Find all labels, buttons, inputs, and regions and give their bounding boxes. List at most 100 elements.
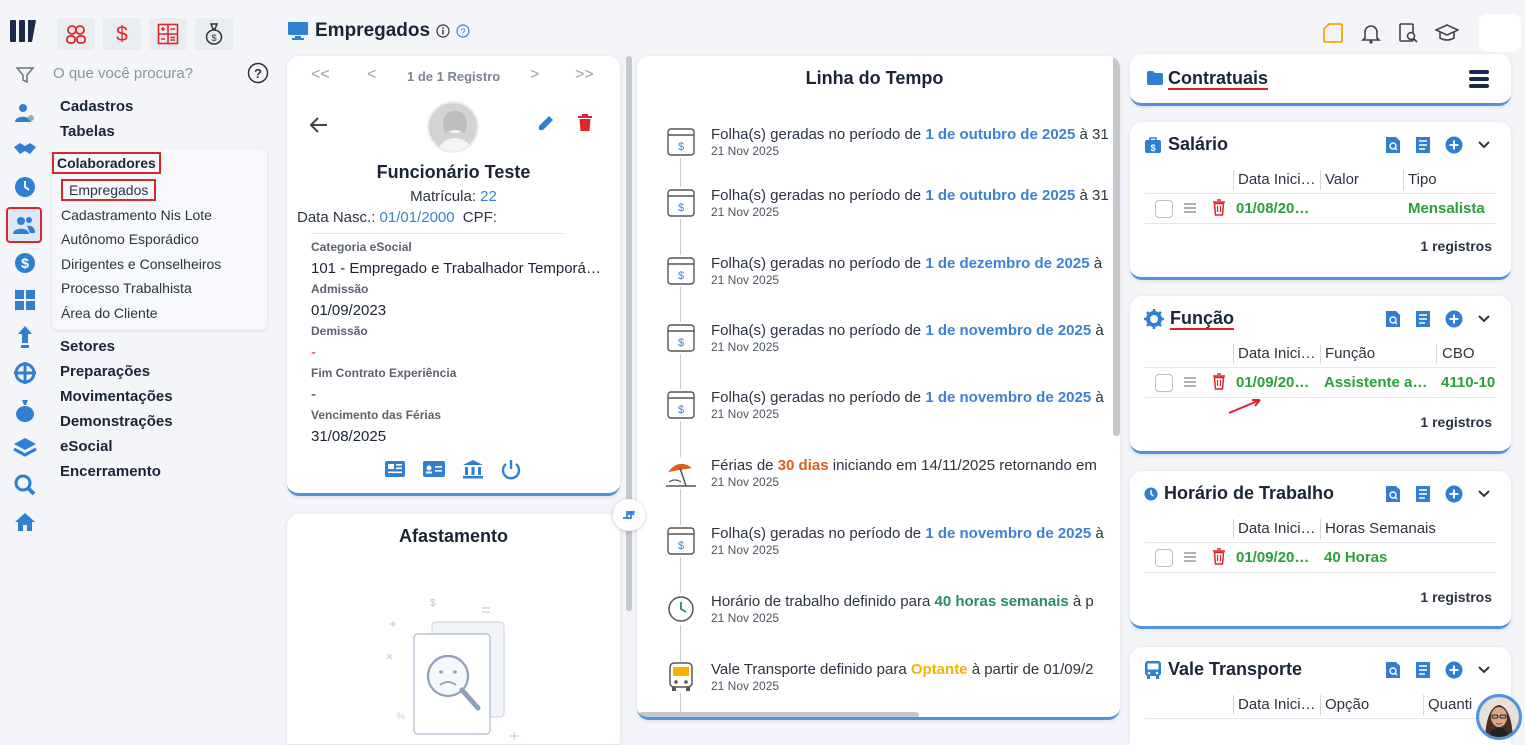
list-doc-icon[interactable] bbox=[1415, 485, 1431, 503]
submenu-item-autonomo[interactable]: Autônomo Esporádico bbox=[61, 227, 267, 252]
money-bag-module-icon[interactable]: $ bbox=[195, 18, 233, 50]
row-checkbox[interactable] bbox=[1155, 549, 1173, 567]
menu-preparacoes[interactable]: Preparações bbox=[60, 361, 270, 386]
submenu-item-processo[interactable]: Processo Trabalhista bbox=[61, 276, 267, 301]
money-bag-icon[interactable] bbox=[10, 396, 40, 426]
payroll-icon: $ bbox=[665, 255, 697, 287]
col-header[interactable]: Tipo bbox=[1408, 171, 1437, 188]
col-header[interactable]: Horas Semanais bbox=[1325, 520, 1436, 537]
col-header[interactable]: Data Inici… bbox=[1238, 171, 1316, 188]
col-header[interactable]: Data Inici… bbox=[1238, 696, 1316, 713]
app-logo[interactable] bbox=[10, 18, 38, 44]
chevron-down-icon[interactable] bbox=[1477, 489, 1491, 499]
menu-tabelas[interactable]: Tabelas bbox=[60, 121, 270, 146]
menu-demonstracoes[interactable]: Demonstrações bbox=[60, 411, 270, 436]
table-row[interactable]: 01/09/20… Assistente ad… 4110-10 bbox=[1145, 368, 1496, 398]
network-icon[interactable] bbox=[10, 358, 40, 388]
layers-icon[interactable] bbox=[10, 433, 40, 463]
id-card-icon[interactable] bbox=[422, 459, 446, 481]
submenu-item-dirigentes[interactable]: Dirigentes e Conselheiros bbox=[61, 252, 267, 277]
menu-cadastros[interactable]: Cadastros bbox=[60, 96, 270, 121]
filter-icon[interactable] bbox=[10, 60, 40, 90]
bank-icon[interactable] bbox=[462, 459, 484, 481]
col-header[interactable]: Opção bbox=[1325, 696, 1369, 713]
row-trash-icon[interactable] bbox=[1212, 548, 1226, 565]
drag-handle-icon[interactable] bbox=[1183, 376, 1197, 388]
col-header[interactable]: Quanti bbox=[1428, 696, 1472, 713]
doc-search-icon[interactable] bbox=[1385, 136, 1401, 154]
row-checkbox[interactable] bbox=[1155, 374, 1173, 392]
menu-colaboradores[interactable]: Colaboradores bbox=[52, 152, 161, 174]
graduation-cap-icon[interactable] bbox=[1435, 23, 1459, 43]
doc-search-icon[interactable] bbox=[1385, 485, 1401, 503]
help-icon[interactable]: ? bbox=[247, 62, 269, 84]
dollar-circle-icon[interactable]: $ bbox=[10, 248, 40, 278]
trash-icon[interactable] bbox=[577, 114, 593, 132]
power-icon[interactable] bbox=[500, 459, 522, 481]
assistant-avatar[interactable] bbox=[1476, 694, 1522, 740]
list-doc-icon[interactable] bbox=[1415, 310, 1431, 328]
menu-esocial[interactable]: eSocial bbox=[60, 436, 270, 461]
row-checkbox[interactable] bbox=[1155, 200, 1173, 218]
list-doc-icon[interactable] bbox=[1415, 136, 1431, 154]
calculator-icon[interactable] bbox=[10, 285, 40, 315]
bell-icon[interactable] bbox=[1361, 22, 1381, 44]
add-icon[interactable] bbox=[1445, 310, 1463, 328]
col-header[interactable]: CBO bbox=[1442, 345, 1475, 362]
col-header[interactable]: Valor bbox=[1325, 171, 1359, 188]
menu-bars-icon[interactable] bbox=[1469, 68, 1489, 90]
search-placeholder[interactable]: O que você procura? bbox=[53, 65, 193, 82]
collaborators-icon[interactable] bbox=[6, 207, 42, 243]
people-module-icon[interactable] bbox=[57, 18, 95, 50]
pager-first[interactable]: << bbox=[311, 66, 330, 84]
add-icon[interactable] bbox=[1445, 661, 1463, 679]
row-trash-icon[interactable] bbox=[1212, 373, 1226, 390]
doc-search-icon[interactable] bbox=[1385, 661, 1401, 679]
doc-search-icon[interactable] bbox=[1385, 310, 1401, 328]
col-header[interactable]: Função bbox=[1325, 345, 1375, 362]
pager-next[interactable]: > bbox=[530, 66, 539, 84]
calculator-module-icon[interactable] bbox=[149, 18, 187, 50]
chevron-down-icon[interactable] bbox=[1477, 140, 1491, 150]
upload-icon[interactable] bbox=[10, 322, 40, 352]
col-header[interactable]: Data Inici… bbox=[1238, 345, 1316, 362]
document-search-icon[interactable] bbox=[1398, 22, 1418, 44]
menu-encerramento[interactable]: Encerramento bbox=[60, 461, 270, 486]
info-icon[interactable] bbox=[436, 24, 450, 38]
add-icon[interactable] bbox=[1445, 136, 1463, 154]
drag-handle-icon[interactable] bbox=[1183, 551, 1197, 563]
table-row[interactable]: 01/08/20… Mensalista bbox=[1145, 194, 1496, 224]
handshake-icon[interactable] bbox=[10, 134, 40, 164]
user-menu-box[interactable] bbox=[1479, 14, 1521, 52]
beach-icon bbox=[665, 457, 697, 489]
menu-setores[interactable]: Setores bbox=[60, 336, 270, 361]
menu-movimentacoes[interactable]: Movimentações bbox=[60, 386, 270, 411]
clock-icon[interactable] bbox=[10, 172, 40, 202]
help-circle-icon[interactable]: ? bbox=[456, 24, 470, 38]
col-header[interactable]: Data Inici… bbox=[1238, 520, 1316, 537]
home-icon[interactable] bbox=[10, 507, 40, 537]
user-settings-icon[interactable] bbox=[10, 98, 40, 128]
swap-layout-button[interactable] bbox=[613, 499, 645, 531]
submenu-item-area-cliente[interactable]: Área do Cliente bbox=[61, 301, 267, 326]
back-arrow-icon[interactable] bbox=[309, 116, 329, 134]
submenu-item-nis-lote[interactable]: Cadastramento Nis Lote bbox=[61, 203, 267, 228]
pager-prev[interactable]: < bbox=[367, 66, 376, 84]
list-doc-icon[interactable] bbox=[1415, 661, 1431, 679]
pager-last[interactable]: >> bbox=[575, 66, 594, 84]
dollar-module-icon[interactable]: $ bbox=[103, 18, 141, 50]
chevron-down-icon[interactable] bbox=[1477, 665, 1491, 675]
menu-search[interactable]: O que você procura? ? bbox=[53, 62, 271, 86]
table-row[interactable]: 01/09/20… 40 Horas bbox=[1145, 543, 1496, 573]
newspaper-icon[interactable] bbox=[384, 459, 406, 481]
sticky-note-icon[interactable] bbox=[1322, 22, 1344, 44]
edit-icon[interactable] bbox=[537, 114, 555, 132]
timeline-vertical-scrollbar[interactable] bbox=[1113, 56, 1120, 436]
drag-handle-icon[interactable] bbox=[1183, 202, 1197, 214]
timeline-horizontal-scrollbar[interactable] bbox=[639, 712, 919, 717]
submenu-item-empregados[interactable]: Empregados bbox=[61, 178, 267, 203]
search-icon[interactable] bbox=[10, 470, 40, 500]
chevron-down-icon[interactable] bbox=[1477, 314, 1491, 324]
add-icon[interactable] bbox=[1445, 485, 1463, 503]
row-trash-icon[interactable] bbox=[1212, 199, 1226, 216]
